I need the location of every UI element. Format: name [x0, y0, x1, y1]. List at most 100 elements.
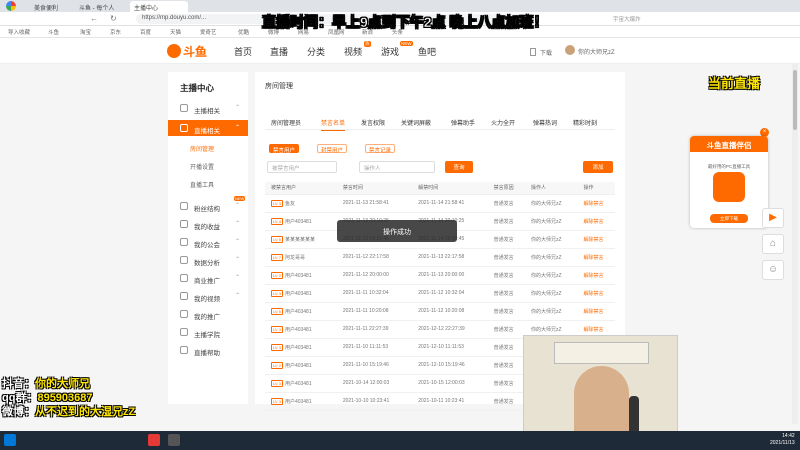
tab-hot-words[interactable]: 弹幕热词 — [533, 118, 557, 127]
bookmark[interactable]: 爱奇艺 — [200, 28, 217, 36]
reason-cell: 普通发言 — [487, 338, 525, 357]
col-header: 禁言原因 — [487, 182, 525, 195]
col-header: 被禁言用户 — [265, 182, 337, 195]
robot-icon[interactable]: ☺ — [762, 260, 784, 280]
new-badge: NEW — [400, 41, 413, 46]
action-cell[interactable]: 解除禁言 — [577, 212, 615, 231]
filter-banned-users[interactable]: 封禁用户 — [317, 144, 348, 154]
browser-search-input[interactable]: 宇宙大爆炸 — [610, 14, 680, 24]
tab-mute-list[interactable]: 禁言名单 — [321, 118, 346, 131]
bookmark[interactable]: 天猫 — [170, 28, 181, 36]
tab-keyword-block[interactable]: 关键词屏蔽 — [401, 118, 431, 127]
table-row: LV 3 鱼友 2021-11-13 21:58:41 2021-11-14 21:5… — [265, 194, 615, 213]
nav-game[interactable]: 游戏 — [381, 45, 399, 58]
action-cell[interactable]: 解除禁言 — [577, 248, 615, 267]
app-icon[interactable] — [148, 434, 160, 446]
start-icon[interactable] — [4, 434, 16, 446]
muted-username: 用户403481 — [284, 272, 312, 279]
ad-title: 斗鱼直播伴侣 — [690, 136, 768, 152]
app-icon[interactable] — [168, 434, 180, 446]
play-icon[interactable]: ▶ — [762, 208, 784, 228]
sidebar-item-income[interactable]: 我的收益 ⌃ — [168, 216, 248, 232]
filter-muted-users[interactable]: 禁言用户 — [269, 144, 300, 154]
muted-user-search-input[interactable]: 被禁言用户 — [267, 161, 337, 173]
download-link[interactable]: 下载 — [540, 48, 552, 57]
toast-message: 操作成功 — [337, 220, 457, 242]
tab-speak-permission[interactable]: 发言权限 — [361, 118, 385, 127]
col-header: 禁言时间 — [336, 182, 413, 195]
nav-home[interactable]: 首页 — [234, 45, 252, 58]
reason-cell: 普通发言 — [487, 266, 525, 285]
filter-mute-records[interactable]: 禁言记录 — [365, 144, 396, 154]
action-cell[interactable]: 解除禁言 — [577, 230, 615, 249]
megaphone-icon — [180, 274, 188, 282]
sidebar-sub-tools[interactable]: 直播工具 — [168, 176, 248, 190]
nav-category[interactable]: 分类 — [307, 45, 325, 58]
sidebar-item-live[interactable]: 直播相关 ⌃ — [168, 120, 248, 136]
back-icon[interactable]: ← — [90, 14, 98, 23]
stream-schedule-overlay: 直播时间：早上9点到下午2点 晚上八点加班！ — [262, 14, 548, 31]
tab-room-admin[interactable]: 房间管理员 — [271, 118, 301, 127]
tab-fire-power[interactable]: 火力全开 — [491, 118, 515, 127]
level-badge: LV 3 — [271, 379, 283, 387]
bookmark[interactable]: 淘宝 — [80, 28, 91, 36]
sidebar-item-fans[interactable]: 粉丝结构 ⌃ — [168, 198, 248, 214]
avatar[interactable] — [565, 45, 575, 55]
refresh-icon[interactable]: ↻ — [110, 14, 117, 23]
scrollbar-thumb[interactable] — [793, 70, 797, 130]
bookmark[interactable]: 斗鱼 — [48, 28, 59, 36]
table-row: LV 7 阿龙哥哥 2021-11-12 22:17:58 2021-11-13 22… — [265, 248, 615, 267]
browser-tab[interactable]: 斗鱼 - 每个人 — [75, 1, 133, 12]
browser-tab-active[interactable]: 主播中心 — [130, 1, 188, 12]
table-row: LV 5 用户403481 2021-11-11 10:20:08 2021-11-1… — [265, 302, 615, 321]
nav-fishbar[interactable]: 鱼吧 — [418, 45, 436, 58]
sidebar-item-business[interactable]: 商业推广 ⌃ — [168, 270, 248, 286]
nav-video[interactable]: 视频 — [344, 45, 362, 58]
douyin-label: 抖音： — [2, 378, 35, 390]
table-row: LV 2 用户403481 2021-11-12 20:00:00 2021-11-1… — [265, 266, 615, 285]
operator-cell: 你的大师兄zZ — [524, 248, 578, 267]
sidebar-item-guild[interactable]: 我的公会 ⌃ — [168, 234, 248, 250]
reason-cell: 普通发言 — [487, 248, 525, 267]
action-cell[interactable]: 解除禁言 — [577, 302, 615, 321]
bookmark[interactable]: 百度 — [140, 28, 151, 36]
query-button[interactable]: 查询 — [445, 161, 473, 173]
sidebar-item-video[interactable]: 我的视频 ⌃ — [168, 288, 248, 304]
user-cell: LV 3 用户403481 — [265, 320, 337, 339]
username[interactable]: 你的大师兄zZ — [578, 47, 615, 56]
table-row: LV 3 用户403481 2021-11-11 10:32:04 2021-11-1… — [265, 284, 615, 303]
download-now-button[interactable]: 立即下载 — [710, 214, 748, 223]
sidebar: 主播中心 主播相关 ⌃ 直播相关 ⌃ 房间管理 开播设置 直播工具 NEW 粉丝结构… — [168, 72, 248, 404]
action-cell[interactable]: 解除禁言 — [577, 284, 615, 303]
clock-time: 14:42 — [782, 433, 795, 439]
sidebar-item-academy[interactable]: 主播学院 — [168, 324, 248, 340]
nav-live[interactable]: 直播 — [270, 45, 288, 58]
operator-cell: 你的大师兄zZ — [524, 212, 578, 231]
hot-badge: 热 — [364, 41, 371, 47]
sidebar-item-label: 直播相关 — [194, 128, 220, 135]
douyu-logo[interactable]: 斗鱼 — [167, 42, 215, 60]
action-cell[interactable]: 解除禁言 — [577, 266, 615, 285]
tab-highlights[interactable]: 精彩时刻 — [573, 118, 597, 127]
add-button[interactable]: 添加 — [583, 161, 613, 173]
reason-cell: 普通发言 — [487, 212, 525, 231]
sidebar-item-help[interactable]: 直播帮助 — [168, 342, 248, 358]
bookmark[interactable]: 导入收藏 — [8, 28, 30, 36]
sidebar-sub-room[interactable]: 房间管理 — [168, 140, 248, 154]
operator-search-input[interactable]: 操作人 — [359, 161, 435, 173]
home-icon[interactable]: ⌂ — [762, 234, 784, 254]
sidebar-item-anchor[interactable]: 主播相关 ⌃ — [168, 100, 248, 116]
reason-cell: 普通发言 — [487, 320, 525, 339]
tab-danmu-assistant[interactable]: 弹幕助手 — [451, 118, 475, 127]
bookmark[interactable]: 优酷 — [238, 28, 249, 36]
user-cell: LV 3 用户403481 — [265, 338, 337, 357]
companion-ad[interactable]: 斗鱼直播伴侣 最好用的PC直播工具 立即下载 — [690, 136, 768, 228]
unmute-time-cell: 2021-12-12 22:27:39 — [412, 320, 488, 339]
sidebar-item-promo[interactable]: 我的推广 — [168, 306, 248, 322]
sidebar-sub-setup[interactable]: 开播设置 — [168, 158, 248, 172]
system-clock[interactable]: 14:42 2021/11/13 — [770, 433, 795, 447]
sidebar-item-data[interactable]: 数据分析 ⌃ — [168, 252, 248, 268]
logo-text: 斗鱼 — [183, 45, 208, 59]
action-cell[interactable]: 解除禁言 — [577, 194, 615, 213]
bookmark[interactable]: 京东 — [110, 28, 121, 36]
